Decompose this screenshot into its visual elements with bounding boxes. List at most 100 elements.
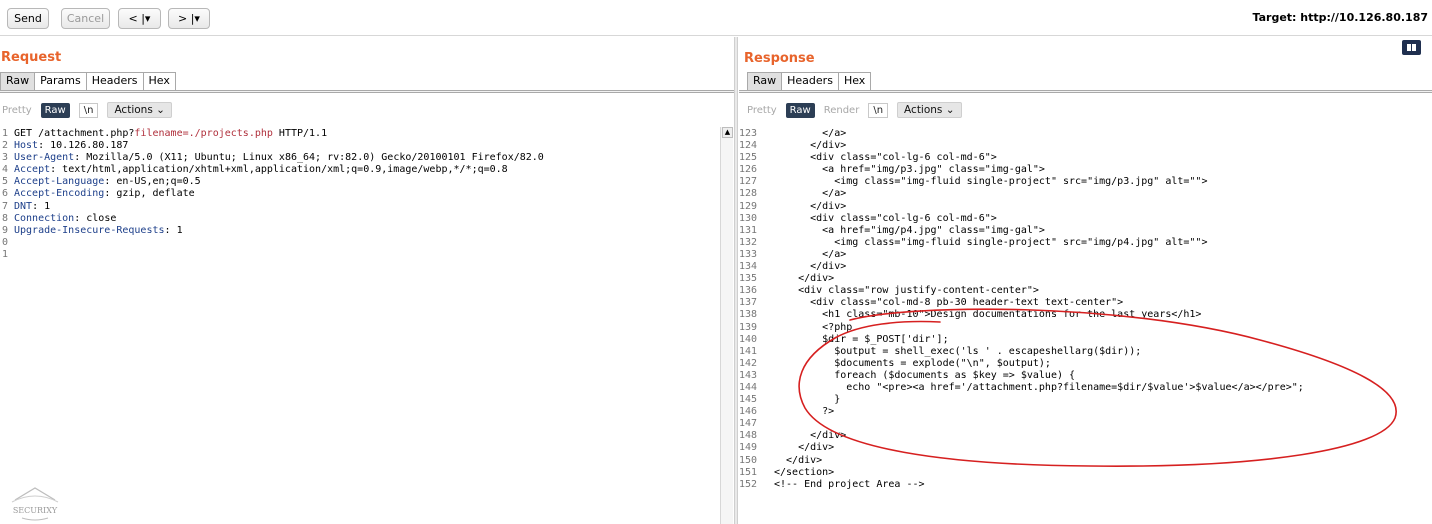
line-number: 145 [739, 394, 758, 406]
line-number: 148 [739, 430, 758, 442]
line-number: 139 [739, 321, 758, 333]
layout-toggle-icon[interactable] [1402, 40, 1421, 55]
code-line: 127 <img class="img-fluid single-project… [739, 176, 1432, 188]
code-text: DNT: 1 [8, 201, 50, 213]
forward-button[interactable]: > |▾ [168, 8, 210, 29]
line-number: 126 [739, 164, 758, 176]
header-value: close [80, 212, 117, 224]
header-name: Accept-Encoding [14, 188, 105, 200]
code-text: <!-- End project Area --> [774, 478, 925, 490]
securixy-logo: SECURIXY [11, 487, 59, 521]
line-number: 129 [739, 200, 758, 212]
line-number: 146 [739, 406, 758, 418]
line-number: 9 [1, 224, 8, 236]
annotation-circle [798, 308, 1397, 467]
code-line: 7 DNT: 1 [0, 201, 718, 213]
code-line: 134 </div> [739, 261, 1432, 273]
code-text: <div class="row justify-content-center"> [774, 285, 1039, 297]
send-button[interactable]: Send [7, 8, 49, 29]
tab-raw[interactable]: Raw [0, 72, 36, 90]
line-number: 1 [1, 128, 8, 139]
newline-toggle[interactable]: \n [868, 102, 889, 118]
code-line: 130 <div class="col-lg-6 col-md-6"> [739, 213, 1432, 225]
request-tabs: Raw Params Headers Hex [0, 71, 176, 91]
code-text: Upgrade-Insecure-Requests: 1 [8, 225, 183, 237]
header-value: gzip, deflate [110, 188, 195, 200]
back-button[interactable]: < |▾ [118, 8, 161, 29]
pane-divider[interactable] [734, 37, 738, 524]
line-number: 1 [1, 248, 8, 260]
code-line: 132 <img class="img-fluid single-project… [739, 237, 1432, 249]
tab-hex[interactable]: Hex [837, 72, 872, 90]
code-line: 0 [0, 237, 718, 249]
code-line: 129 </div> [739, 201, 1432, 213]
line-number: 131 [739, 224, 758, 236]
query-value: =./projects.php [182, 128, 273, 139]
code-text: </a> [774, 188, 847, 200]
tab-headers[interactable]: Headers [85, 72, 144, 90]
chevron-down-icon: ⌄ [156, 104, 165, 116]
code-text: Accept-Encoding: gzip, deflate [8, 188, 195, 200]
header-name: Accept-Language [14, 176, 105, 188]
line-number: 8 [1, 212, 8, 224]
code-text: </div> [774, 273, 835, 285]
header-name: Host [14, 140, 39, 152]
target-label[interactable]: Target: http://10.126.80.187 [1253, 11, 1428, 24]
tab-hex[interactable]: Hex [142, 72, 176, 90]
code-line: 1 [0, 249, 718, 261]
raw-toggle[interactable]: Raw [40, 102, 70, 118]
code-line: 123 </a> [739, 128, 1432, 140]
line-number: 137 [739, 297, 758, 309]
tab-params[interactable]: Params [34, 72, 87, 90]
tab-raw[interactable]: Raw [747, 72, 783, 90]
line-number: 138 [739, 309, 758, 321]
code-line: 3 User-Agent: Mozilla/5.0 (X11; Ubuntu; L… [0, 152, 718, 164]
raw-toggle[interactable]: Raw [785, 102, 815, 118]
header-value: 1 [38, 200, 51, 212]
logo-text: SECURIXY [13, 506, 58, 515]
line-number: 152 [739, 478, 758, 490]
request-editor[interactable]: 1 GET /attachment.php?filename=./projects… [0, 128, 718, 524]
request-title: Request [1, 50, 62, 65]
line-number: 132 [739, 236, 758, 248]
request-scrollbar[interactable]: ▲ [720, 127, 733, 524]
newline-toggle[interactable]: \n [78, 102, 99, 118]
code-line: 6 Accept-Encoding: gzip, deflate [0, 188, 718, 200]
code-line: 4 Accept: text/html,application/xhtml+xml… [0, 164, 718, 176]
line-number: 143 [739, 369, 758, 381]
code-text: GET /attachment.php?filename=./projects.… [8, 128, 327, 140]
query-param: filename [134, 128, 183, 139]
line-number: 7 [1, 200, 8, 212]
line-number: 135 [739, 273, 758, 285]
request-view-options: Pretty Raw \n Actions ⌄ [2, 99, 172, 121]
pretty-toggle[interactable]: Pretty [2, 105, 32, 116]
line-number: 125 [739, 152, 758, 164]
line-number: 151 [739, 466, 758, 478]
pretty-toggle[interactable]: Pretty [747, 105, 777, 116]
code-text: <img class="img-fluid single-project" sr… [774, 236, 1208, 248]
line-number: 0 [1, 236, 8, 248]
line-number: 5 [1, 176, 8, 188]
scroll-up-icon[interactable]: ▲ [722, 127, 733, 138]
http-version: HTTP/1.1 [272, 128, 328, 139]
code-line: 1 GET /attachment.php?filename=./projects… [0, 128, 718, 140]
cancel-button[interactable]: Cancel [61, 8, 110, 29]
code-text: <div class="col-lg-6 col-md-6"> [774, 152, 997, 164]
line-number: 3 [1, 152, 8, 164]
code-line: 5 Accept-Language: en-US,en;q=0.5 [0, 176, 718, 188]
code-text: </a> [774, 128, 847, 139]
render-toggle[interactable]: Render [824, 105, 860, 116]
tab-headers[interactable]: Headers [781, 72, 839, 90]
actions-menu[interactable]: Actions ⌄ [107, 102, 172, 118]
code-text: </div> [774, 200, 847, 212]
code-text: Connection: close [8, 213, 116, 225]
line-number: 2 [1, 140, 8, 152]
code-text: </div> [774, 261, 847, 273]
response-view-options: Pretty Raw Render \n Actions ⌄ [747, 99, 962, 121]
actions-menu[interactable]: Actions ⌄ [897, 102, 962, 118]
code-line: 2 Host: 10.126.80.187 [0, 140, 718, 152]
line-number: 142 [739, 357, 758, 369]
header-name: Upgrade-Insecure-Requests [14, 224, 165, 236]
